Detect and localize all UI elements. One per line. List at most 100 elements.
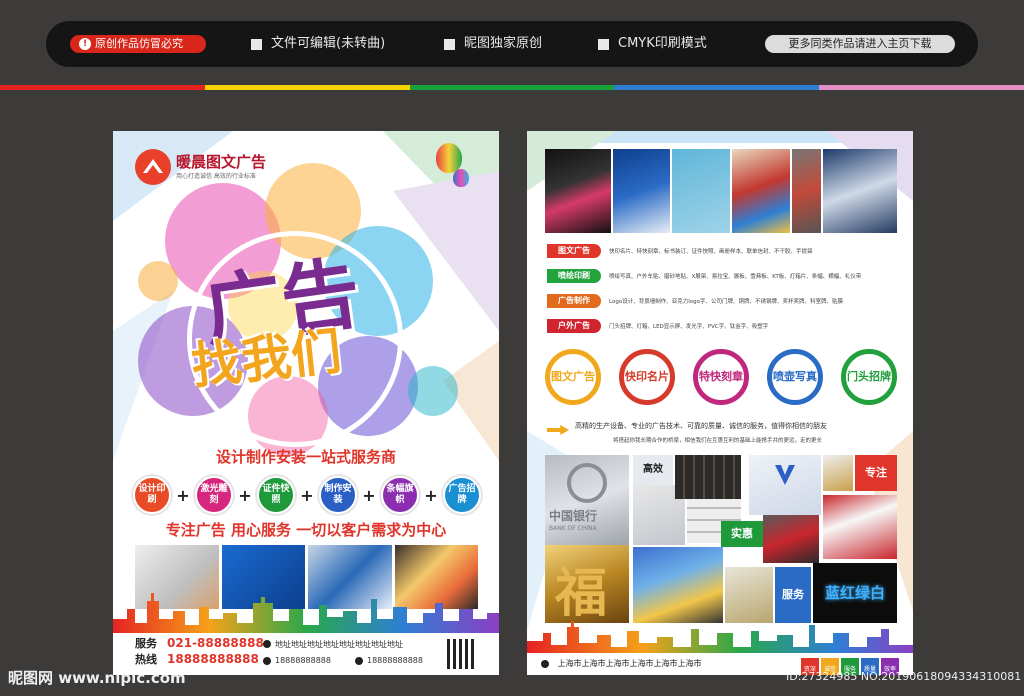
category-row: 户外广告 门头招牌、灯箱、LED显示屏、发光字、PVC字、钛金字、吸塑字 — [547, 319, 897, 333]
plus-icon: + — [362, 485, 376, 505]
service-circle: 条幅旗帜 — [381, 476, 419, 514]
label-affordable: 实惠 — [721, 521, 763, 547]
label-service-text: 服务 — [782, 588, 804, 601]
gold-fu-character: 福 — [555, 563, 608, 623]
bank-name-cn: 中国银行 — [549, 509, 598, 523]
led-sign-text: 蓝红绿白 — [824, 584, 885, 602]
photo-stickers — [823, 455, 853, 491]
feature-exclusive: 昵图独家原创 — [444, 33, 542, 55]
category-row: 图文广告 快印名片、特快刻章、标书装订、证件快照、画册样本、联单信封、不干胶、手… — [547, 244, 897, 258]
exclamation-icon: ! — [79, 38, 91, 50]
square-bullet-icon — [598, 38, 609, 50]
brand-name: 暖晨图文广告 — [176, 153, 267, 171]
label-efficiency-text: 高效 — [643, 464, 663, 475]
photo-business-cards — [612, 149, 671, 233]
stripe-pink — [819, 85, 1024, 90]
label-efficiency: 高效 — [633, 455, 673, 485]
feature-editable: 文件可编辑(未转曲) — [251, 33, 385, 55]
statement-line-1: 高精的生产设备、专业的广告技术、可靠的质量、诚信的服务，值得你相信的朋友 — [575, 422, 827, 430]
service-circle: 广告招牌 — [443, 476, 481, 514]
photo-gold-character: 福 — [545, 545, 629, 623]
statement-line-2: 将搭起你我长期合作的桥梁，相信我们在互惠互利的基础上能携手共的更远，走的更长 — [613, 438, 823, 444]
qr-code — [447, 639, 477, 669]
service-number: 021-88888888 — [167, 636, 264, 650]
feature-text: 文件可编辑(未转曲) — [271, 36, 386, 51]
wechat-icon — [355, 657, 363, 665]
address-text: 地址地址地址地址地址地址地址地址 — [275, 640, 403, 649]
service-label: 服务 — [135, 637, 157, 650]
flyer-back: 图文广告 快印名片、特快刻章、标书装订、证件快照、画册样本、联单信封、不干胶、手… — [527, 131, 913, 675]
location-icon — [263, 640, 271, 648]
label-focus: 专注 — [855, 455, 897, 491]
more-works-button[interactable]: 更多同类作品请进入主页下载 — [765, 35, 955, 53]
showcase-grid: 中国银行 BANK OF CHINA 福 高效 实惠 服务 专注 蓝红绿白 — [545, 455, 897, 623]
photo-stamps — [763, 515, 819, 563]
service-circle: 激光雕刻 — [195, 476, 233, 514]
category-row: 广告制作 Logo设计、背景墙制作、亚克力logo字、公司门牌、铜牌、不锈钢牌、… — [547, 294, 897, 308]
plus-icon: + — [238, 485, 252, 505]
plus-icon: + — [176, 485, 190, 505]
stripe-green — [409, 85, 615, 90]
hot-air-balloon-icon — [453, 169, 469, 187]
plus-icon: + — [300, 485, 314, 505]
category-tag: 广告制作 — [547, 294, 601, 308]
footer-address: 上海市上海市上海市上海市上海市上海市 — [557, 659, 702, 668]
brand-logo — [135, 149, 171, 185]
service-circles: 设计印刷 + 激光雕刻 + 证件快照 + 制作安装 + 条幅旗帜 + 广告招牌 — [133, 475, 481, 515]
square-bullet-icon — [444, 38, 455, 50]
color-stripe — [0, 85, 1024, 90]
photo-plaque — [725, 567, 773, 623]
category-tag: 喷绘印刷 — [547, 269, 601, 283]
category-desc: 快印名片、特快刻章、标书装订、证件快照、画册样本、联单信封、不干胶、手提袋 — [609, 249, 813, 255]
feature-text: CMYK印刷模式 — [618, 36, 707, 51]
photo-display-boards — [731, 149, 790, 233]
square-bullet-icon — [251, 38, 262, 50]
photo-cards-stack — [672, 149, 730, 233]
sample-photos-strip — [545, 149, 897, 233]
stripe-yellow — [204, 85, 410, 90]
category-row: 喷绘印刷 喷绘写真、户外车贴、磨砂地贴、X展架、易拉宝、展板、雪弗板、KT板、灯… — [547, 269, 897, 283]
label-focus-text: 专注 — [865, 466, 887, 479]
service-circle: 制作安装 — [319, 476, 357, 514]
label-affordable-text: 实惠 — [731, 527, 753, 540]
hotline-number: 18888888888 — [167, 652, 259, 666]
company-v-logo-icon — [775, 465, 795, 485]
phone-icon — [263, 657, 271, 665]
photo-id-photos — [675, 455, 741, 499]
category-desc: 门头招牌、灯箱、LED显示屏、发光字、PVC字、钛金字、吸塑字 — [609, 324, 769, 330]
photo-bank-of-china: 中国银行 BANK OF CHINA — [545, 455, 629, 545]
category-tag: 户外广告 — [547, 319, 601, 333]
feature-text: 昵图独家原创 — [464, 36, 543, 51]
big-service-circle: 特快刻章 — [693, 349, 749, 405]
phone-number-2: 18888888888 — [367, 656, 423, 665]
photo-banner-board — [823, 495, 897, 559]
hotline-label: 热线 — [135, 653, 157, 666]
badge-text: 原创作品仿冒必究 — [95, 37, 183, 50]
site-watermark: 昵图网 www.nipic.com — [8, 669, 186, 687]
service-circle: 设计印刷 — [133, 476, 171, 514]
flyer-front: 暖晨图文广告 用心打造诚信 高效的行业标准 广告 找我们 设计制作安装一站式服务… — [113, 131, 499, 675]
stripe-red — [0, 85, 205, 90]
feature-cmyk: CMYK印刷模式 — [598, 33, 707, 55]
big-service-circle: 喷壶写真 — [767, 349, 823, 405]
city-skyline — [527, 621, 913, 653]
big-service-circle: 图文广告 — [545, 349, 601, 405]
category-desc: Logo设计、背景墙制作、亚克力logo字、公司门牌、铜牌、不锈钢牌、奖杯奖牌、… — [609, 299, 843, 305]
photo-lightboxes — [633, 547, 723, 623]
photo-signage — [791, 149, 822, 233]
category-desc: 喷绘写真、户外车贴、磨砂地贴、X展架、易拉宝、展板、雪弗板、KT板、灯箱片、条幅… — [609, 274, 862, 280]
big-service-circle: 快印名片 — [619, 349, 675, 405]
bank-logo-icon — [567, 463, 607, 503]
slogan-one-stop: 设计制作安装一站式服务商 — [215, 448, 396, 466]
arrow-right-icon — [547, 425, 569, 435]
label-service: 服务 — [775, 567, 811, 623]
photo-led-sign: 蓝红绿白 — [813, 563, 897, 623]
phone-number-1: 18888888888 — [275, 656, 331, 665]
slogan-focus: 专注广告 用心服务 一切以客户需求为中心 — [165, 521, 447, 539]
image-id-watermark: ID:27324985 NO:20190618094334310081 — [786, 670, 1022, 683]
original-warning-badge: ! 原创作品仿冒必究 — [70, 35, 206, 53]
brand-subtitle: 用心打造诚信 高效的行业标准 — [176, 173, 256, 180]
category-tag: 图文广告 — [547, 244, 601, 258]
plus-icon: + — [424, 485, 438, 505]
bank-name-en: BANK OF CHINA — [549, 525, 597, 532]
